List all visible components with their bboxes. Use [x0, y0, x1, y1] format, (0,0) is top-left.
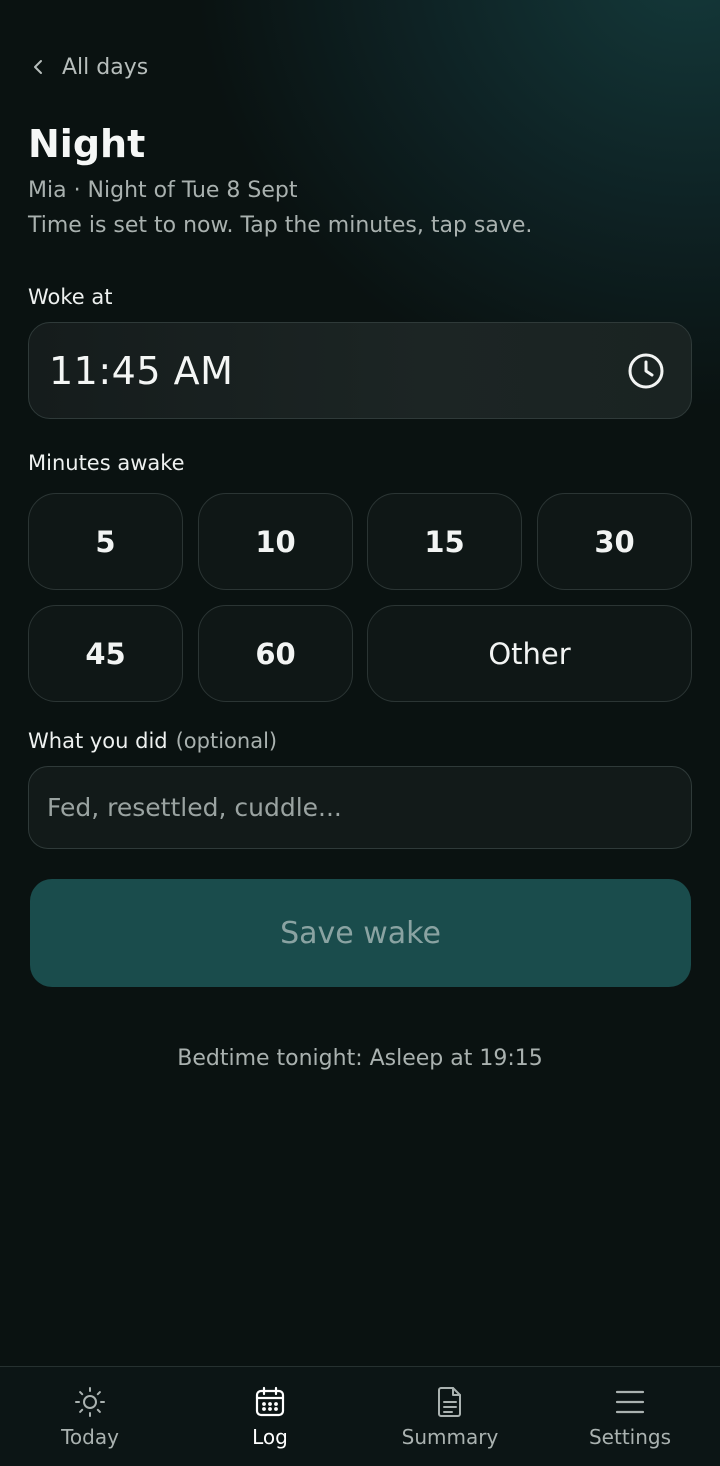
nav-item-today-label: Today	[61, 1425, 119, 1449]
page-subtitle: Mia · Night of Tue 8 Sept	[28, 178, 298, 203]
woke-at-label: Woke at	[28, 285, 113, 309]
clock-icon	[628, 353, 664, 388]
bedtime-status: Bedtime tonight: Asleep at 19:15	[177, 1046, 543, 1071]
sun-icon	[75, 1387, 105, 1417]
woke-at-value: 11:45 AM	[49, 348, 234, 393]
nav-item-log-label: Log	[252, 1425, 288, 1449]
woke-at-time-picker[interactable]: 11:45 AM	[28, 322, 692, 419]
minutes-option-45[interactable]: 45	[28, 605, 183, 702]
notes-label: What you did (optional)	[28, 729, 277, 753]
nav-item-log[interactable]: Log	[180, 1367, 360, 1466]
nav-item-summary-label: Summary	[401, 1425, 499, 1449]
minutes-option-15[interactable]: 15	[367, 493, 522, 590]
notes-input[interactable]	[28, 766, 692, 849]
minutes-option-other[interactable]: Other	[367, 605, 692, 702]
page-title: Night	[28, 122, 146, 166]
minutes-option-60[interactable]: 60	[198, 605, 353, 702]
menu-icon	[615, 1390, 645, 1414]
page-hint: Time is set to now. Tap the minutes, tap…	[28, 213, 533, 238]
notes-label-text: What you did	[28, 729, 168, 753]
nav-item-settings[interactable]: Settings	[540, 1367, 720, 1466]
minutes-awake-label: Minutes awake	[28, 451, 185, 475]
minutes-option-10[interactable]: 10	[198, 493, 353, 590]
notes-optional-tag: (optional)	[175, 729, 278, 753]
nav-item-settings-label: Settings	[588, 1425, 672, 1449]
minutes-option-30[interactable]: 30	[537, 493, 692, 590]
minutes-option-5[interactable]: 5	[28, 493, 183, 590]
calendar-icon	[255, 1386, 285, 1417]
nav-item-today[interactable]: Today	[0, 1367, 180, 1466]
back-link-label: All days	[62, 54, 149, 80]
bottom-nav: Today Log Summary Settings	[0, 1366, 720, 1466]
chevron-left-icon	[34, 60, 42, 74]
back-link[interactable]: All days	[28, 48, 148, 86]
nav-item-summary[interactable]: Summary	[360, 1367, 540, 1466]
save-wake-button[interactable]: Save wake	[30, 879, 691, 987]
document-icon	[438, 1387, 461, 1417]
